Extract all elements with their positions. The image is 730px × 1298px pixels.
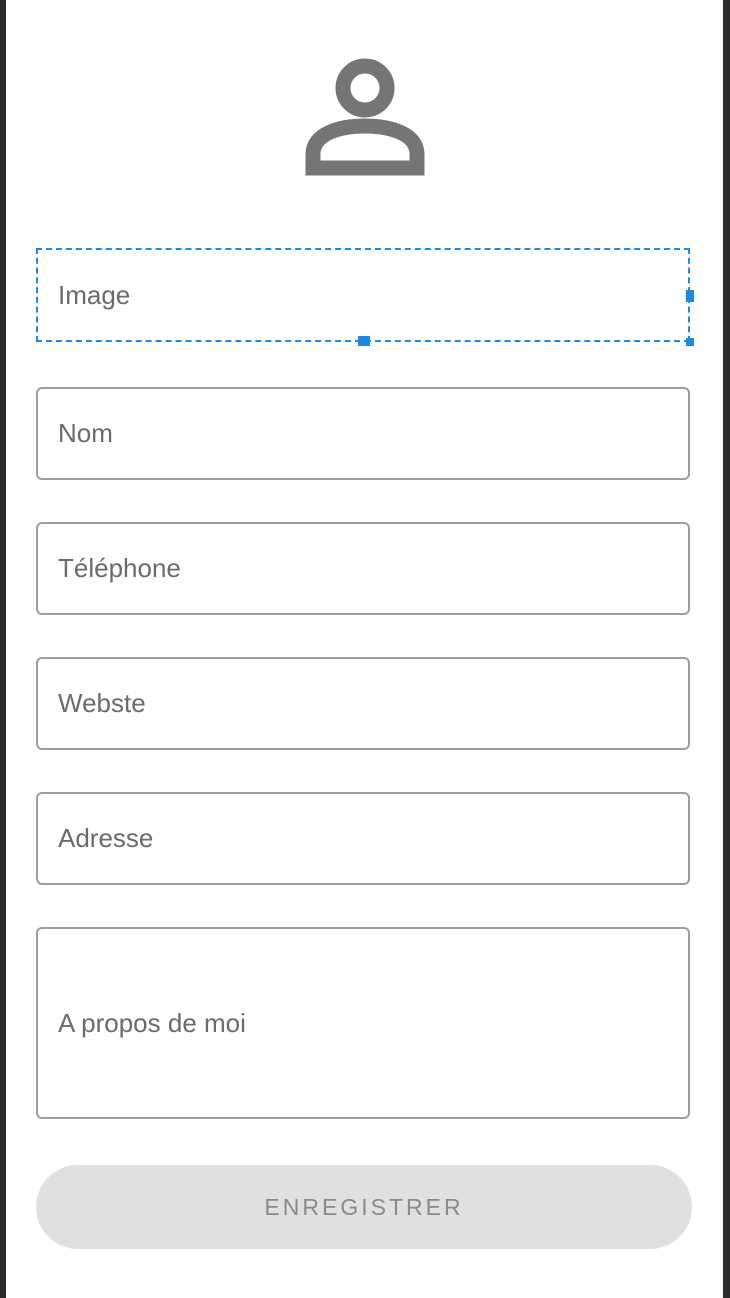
adresse-field[interactable]: Adresse [36, 792, 690, 885]
resize-handle-right[interactable] [686, 290, 694, 302]
telephone-field-placeholder: Téléphone [58, 553, 181, 583]
telephone-field[interactable]: Téléphone [36, 522, 690, 615]
person-icon [305, 54, 429, 178]
about-field[interactable]: A propos de moi [36, 927, 690, 1119]
screen: Image Nom Téléphone Webste Adresse A pro… [6, 0, 723, 1298]
nom-field[interactable]: Nom [36, 387, 690, 480]
about-field-placeholder: A propos de moi [58, 1007, 246, 1038]
image-field-placeholder: Image [58, 279, 131, 310]
website-field[interactable]: Webste [36, 657, 690, 750]
resize-handle-corner[interactable] [686, 338, 694, 346]
nom-field-placeholder: Nom [58, 418, 113, 448]
image-field[interactable]: Image [36, 248, 694, 346]
resize-handle-bottom[interactable] [358, 336, 370, 346]
save-button[interactable]: ENREGISTRER [36, 1165, 692, 1249]
adresse-field-placeholder: Adresse [58, 823, 154, 853]
website-field-placeholder: Webste [58, 688, 146, 718]
